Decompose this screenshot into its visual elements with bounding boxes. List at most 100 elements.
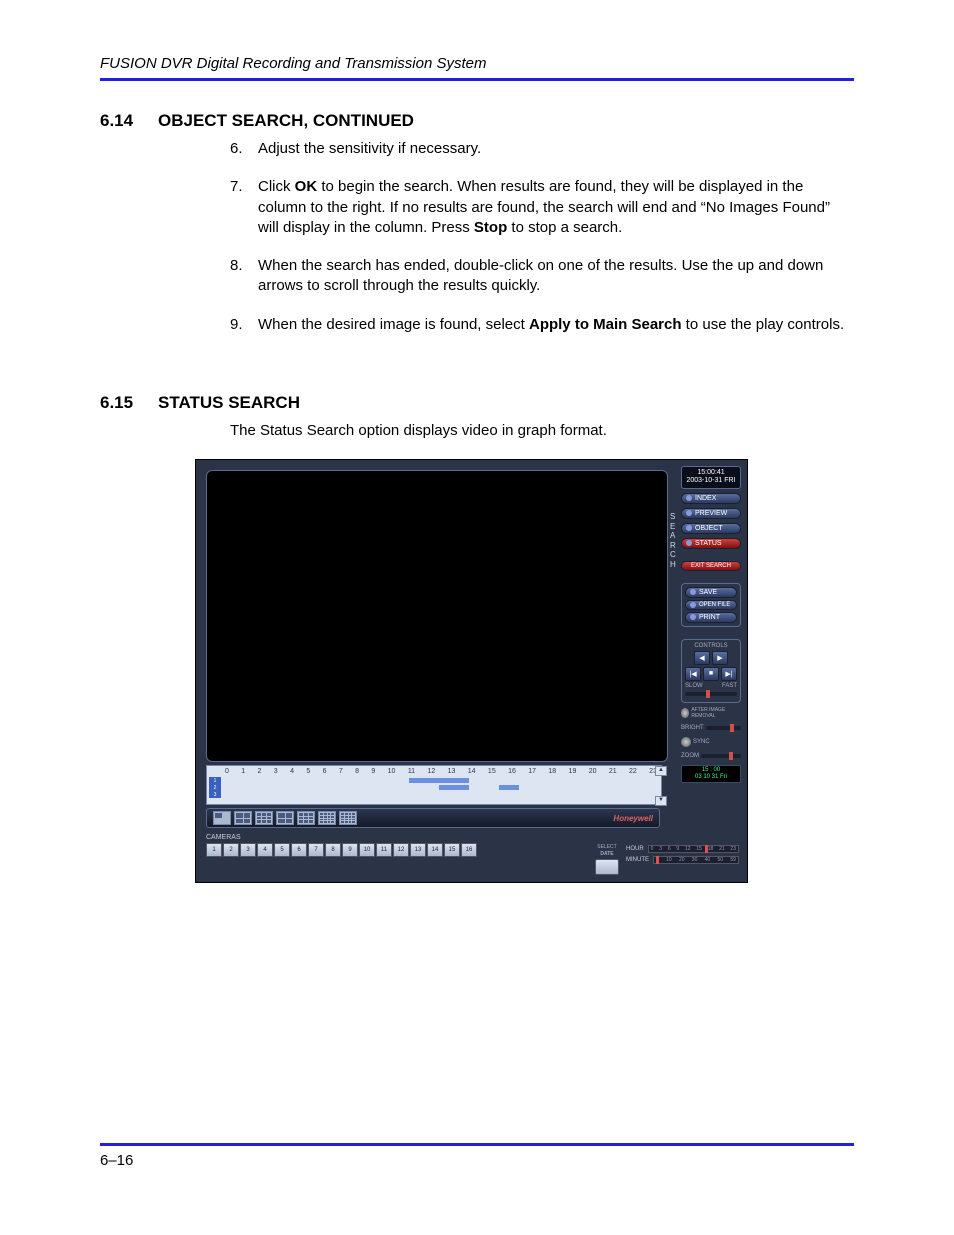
camera-button[interactable]: 16 [461, 843, 477, 857]
camera-button[interactable]: 9 [342, 843, 358, 857]
layout-c-button[interactable] [339, 811, 357, 825]
scroll-up-button[interactable]: ▲ [655, 766, 667, 776]
camera-button[interactable]: 7 [308, 843, 324, 857]
preview-button[interactable]: PREVIEW [681, 508, 741, 519]
timeline-row[interactable]: 3 [209, 791, 661, 798]
section-614-title: 6.14 OBJECT SEARCH, CONTINUED [100, 111, 854, 131]
step-number: 9. [230, 315, 258, 335]
camera-button[interactable]: 1 [206, 843, 222, 857]
camera-button[interactable]: 3 [240, 843, 256, 857]
bold-stop: Stop [474, 219, 507, 236]
section-number: 6.15 [100, 393, 144, 413]
search-vertical-label: SEARCH [670, 512, 676, 570]
play-time: 15 : 00 [682, 767, 740, 774]
calendar-button[interactable] [595, 859, 619, 875]
file-ops-group: SAVE OPEN FILE PRINT [681, 583, 741, 627]
sync-label: SYNC [693, 739, 710, 745]
slow-label: SLOW [685, 683, 703, 689]
first-button[interactable]: |◀ [685, 667, 701, 681]
layout-toolbar: Honeywell [206, 808, 660, 828]
label: EXIT SEARCH [691, 563, 731, 569]
camera-button[interactable]: 5 [274, 843, 290, 857]
playback-time-panel: 15 : 00 03 10 31 Fri [681, 765, 741, 783]
page-header: FUSION DVR Digital Recording and Transmi… [100, 55, 854, 81]
camera-button[interactable]: 10 [359, 843, 375, 857]
speed-slider[interactable] [685, 692, 737, 696]
step-8: 8. When the search has ended, double-cli… [230, 256, 854, 297]
layout-b-button[interactable] [297, 811, 315, 825]
camera-button[interactable]: 4 [257, 843, 273, 857]
open-file-button[interactable]: OPEN FILE [685, 600, 737, 610]
minute-slider[interactable]: 0102030405059 [653, 856, 739, 864]
section-615-title: 6.15 STATUS SEARCH [100, 393, 854, 413]
after-image-label: AFTER IMAGE REMOVAL [691, 707, 741, 719]
step-9: 9. When the desired image is found, sele… [230, 315, 854, 335]
timeline-row[interactable]: 2 [209, 784, 661, 791]
zoom-label: ZOOM [681, 753, 699, 759]
layout-1x1-button[interactable] [213, 811, 231, 825]
layout-a-button[interactable] [276, 811, 294, 825]
label: PRINT [699, 614, 720, 621]
label: STATUS [695, 540, 722, 547]
step-number: 7. [230, 177, 258, 238]
camera-button[interactable]: 11 [376, 843, 392, 857]
minute-label: MINUTE [626, 857, 649, 863]
object-button[interactable]: OBJECT [681, 523, 741, 534]
exit-search-button[interactable]: EXIT SEARCH [681, 561, 741, 571]
dot-icon [686, 495, 692, 501]
prev-button[interactable]: ◀ [694, 651, 710, 665]
after-image-knob[interactable] [681, 708, 689, 718]
status-search-screenshot: SEARCH 15:00:41 2003-10-31 FRI INDEX PRE… [195, 459, 748, 883]
layout-4x4-button[interactable] [318, 811, 336, 825]
status-button[interactable]: STATUS [681, 538, 741, 549]
timeline-row[interactable]: 1 [209, 777, 661, 784]
play-date: 03 10 31 Fri [682, 774, 740, 781]
camera-button[interactable]: 12 [393, 843, 409, 857]
camera-button[interactable]: 8 [325, 843, 341, 857]
print-button[interactable]: PRINT [685, 612, 737, 623]
step-body: When the search has ended, double-click … [258, 256, 854, 297]
step-6: 6. Adjust the sensitivity if necessary. [230, 139, 854, 159]
step-body: Click OK to begin the search. When resul… [258, 177, 854, 238]
label: INDEX [695, 495, 716, 502]
hour-label: HOUR [626, 846, 644, 852]
last-button[interactable]: ▶| [721, 667, 737, 681]
section-number: 6.14 [100, 111, 144, 131]
controls-label: CONTROLS [685, 643, 737, 649]
label: OBJECT [695, 525, 723, 532]
index-button[interactable]: INDEX [681, 493, 741, 504]
printer-icon [690, 614, 696, 620]
dot-icon [686, 540, 692, 546]
label: SAVE [699, 589, 717, 596]
step-7: 7. Click OK to begin the search. When re… [230, 177, 854, 238]
folder-icon [690, 602, 696, 608]
bold-apply: Apply to Main Search [529, 316, 682, 333]
label: OPEN FILE [699, 602, 730, 608]
stop-button[interactable]: ■ [703, 667, 719, 681]
step-number: 6. [230, 139, 258, 159]
camera-button[interactable]: 2 [223, 843, 239, 857]
section-615-intro: The Status Search option displays video … [230, 421, 854, 441]
label: PREVIEW [695, 510, 727, 517]
select-date-label: SELECT [597, 845, 616, 850]
hour-scale: 01234567891011121314151617181920212223 [207, 766, 661, 775]
zoom-slider[interactable] [701, 754, 741, 758]
text: When the desired image is found, select [258, 316, 529, 333]
bright-slider[interactable] [706, 726, 741, 730]
camera-button[interactable]: 14 [427, 843, 443, 857]
camera-button[interactable]: 6 [291, 843, 307, 857]
camera-button[interactable]: 15 [444, 843, 460, 857]
next-button[interactable]: ▶ [712, 651, 728, 665]
camera-button[interactable]: 13 [410, 843, 426, 857]
step-body: Adjust the sensitivity if necessary. [258, 139, 854, 159]
step-number: 8. [230, 256, 258, 297]
sync-knob[interactable] [681, 737, 691, 747]
save-button[interactable]: SAVE [685, 587, 737, 598]
scroll-down-button[interactable]: ▼ [655, 796, 667, 806]
layout-3x3-button[interactable] [255, 811, 273, 825]
layout-2x2-button[interactable] [234, 811, 252, 825]
status-timeline[interactable]: 01234567891011121314151617181920212223 1… [206, 765, 662, 805]
dot-icon [686, 525, 692, 531]
video-area [206, 470, 668, 762]
hour-slider[interactable]: 03691215182123 [648, 845, 739, 853]
